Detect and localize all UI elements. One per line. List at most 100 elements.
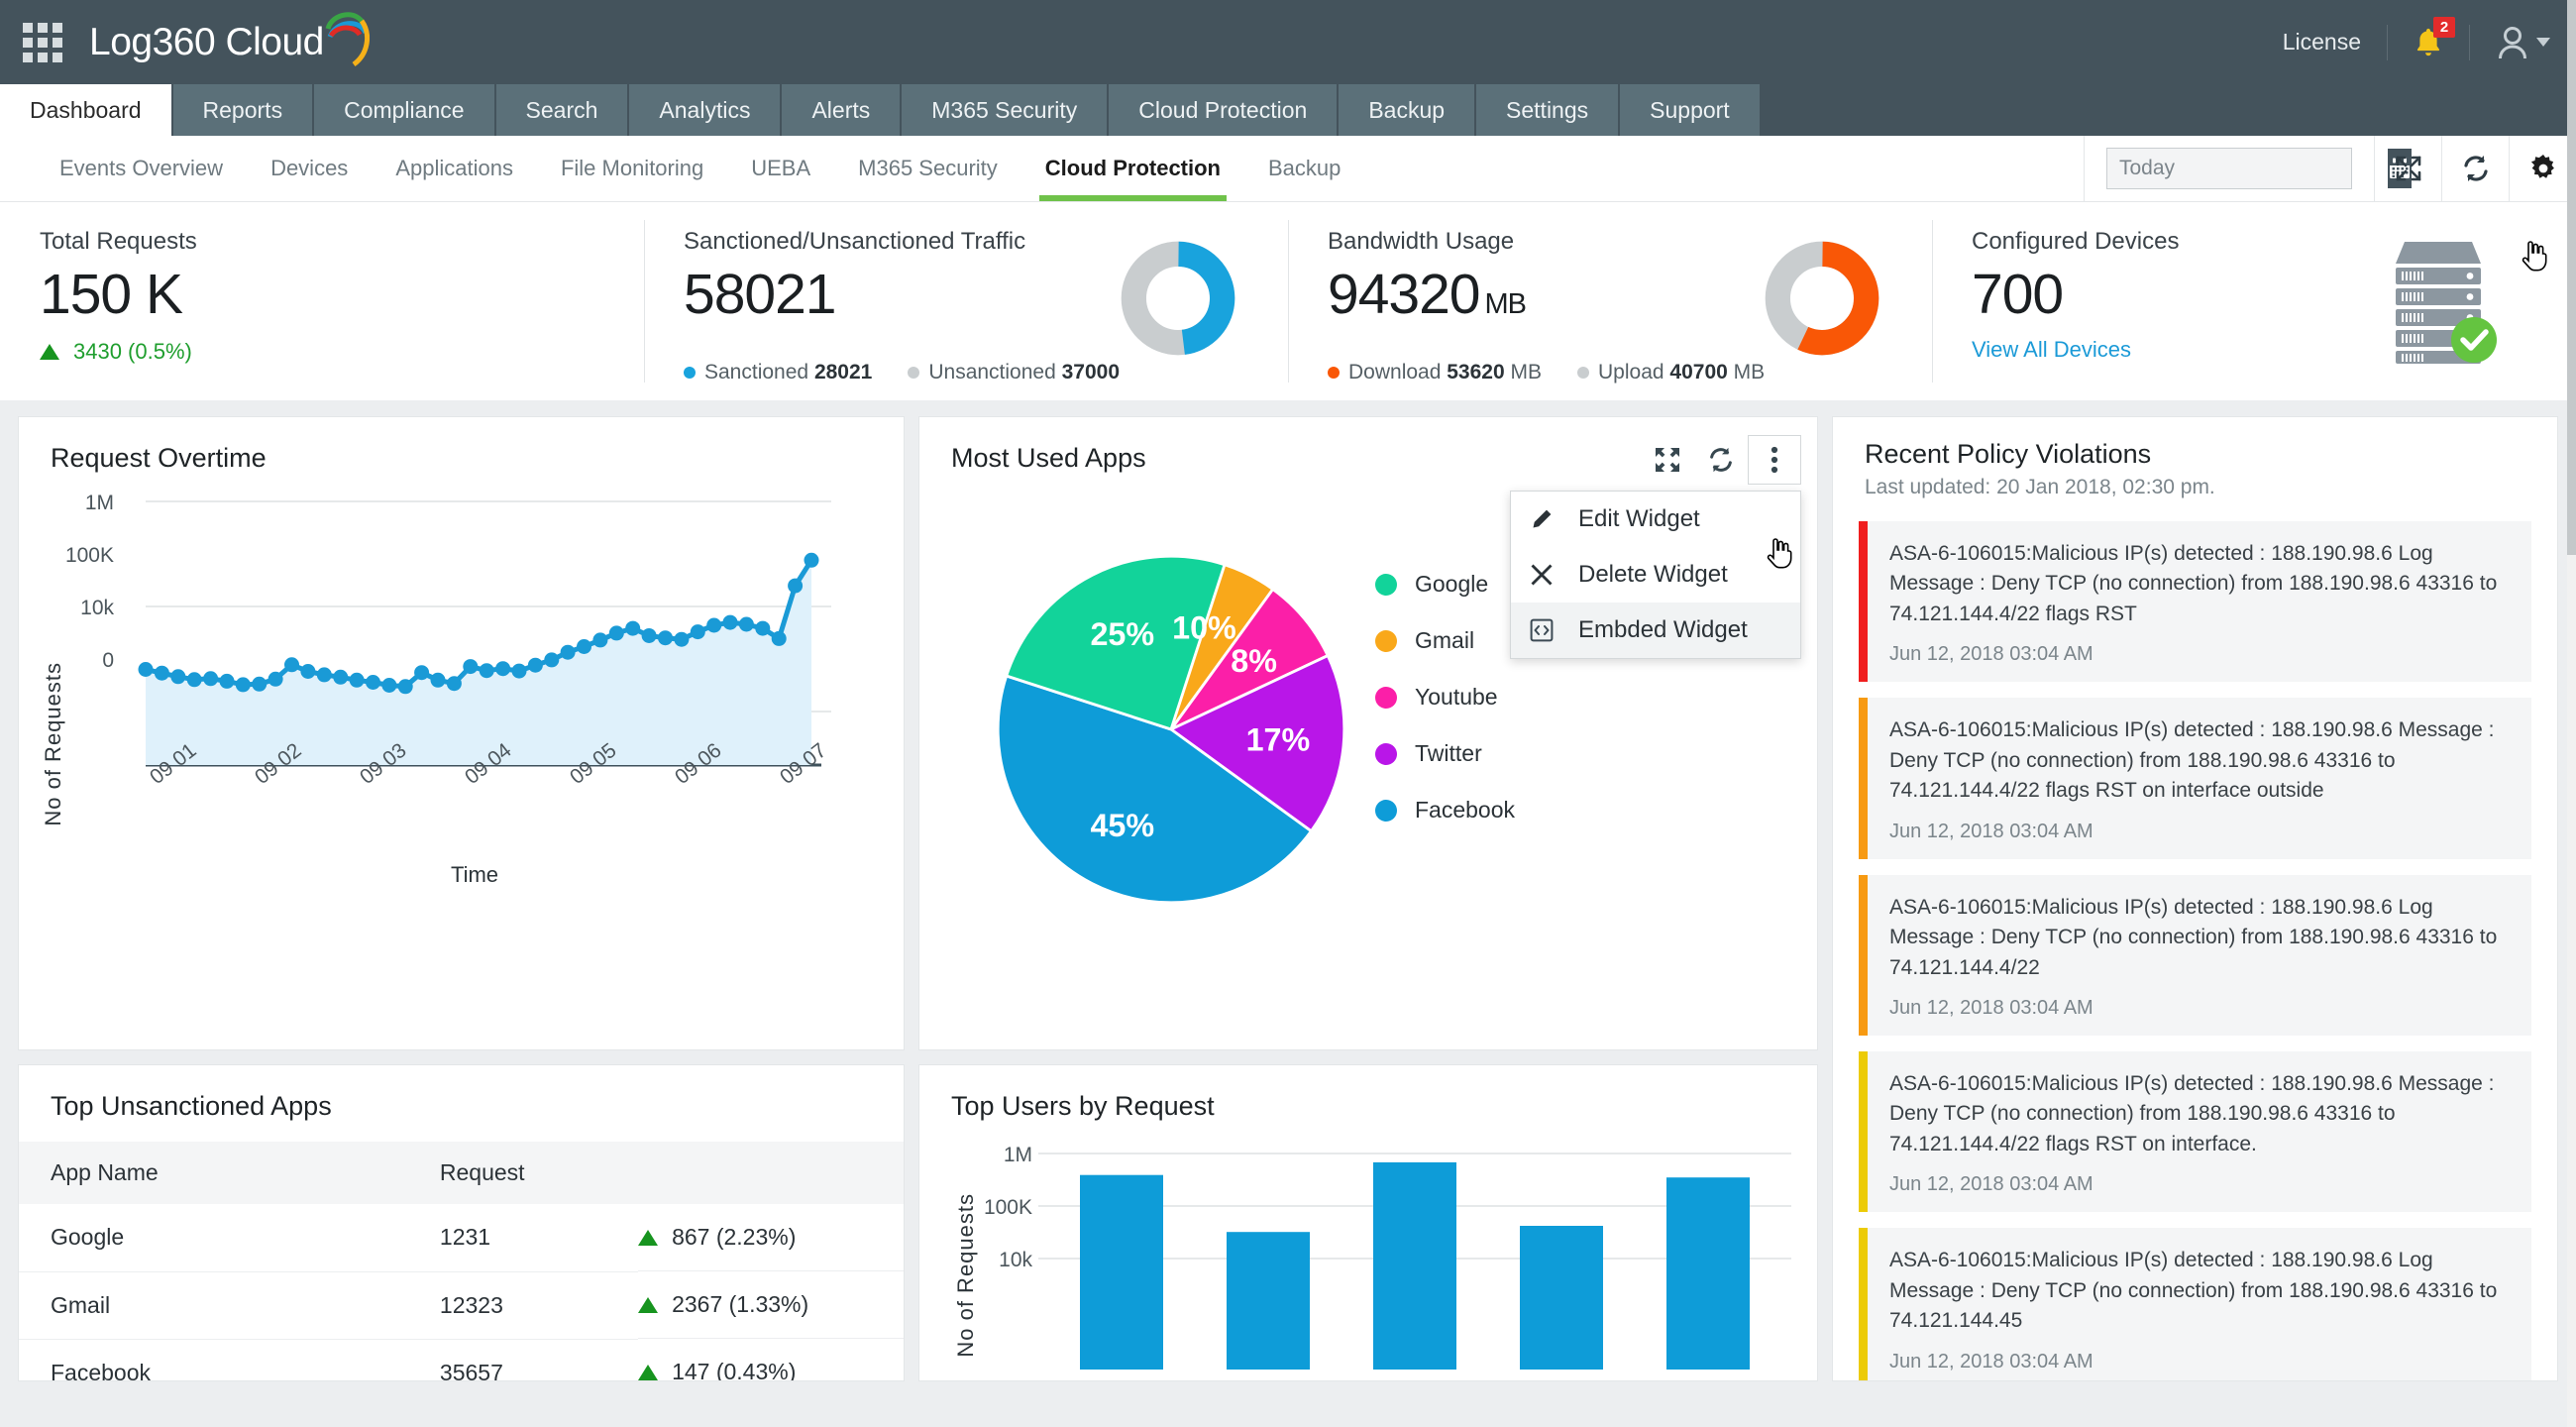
dashboard-column-left: Request Overtime No of Requests 1M 100K … xyxy=(18,416,905,1427)
dashboard-content: Request Overtime No of Requests 1M 100K … xyxy=(0,400,2576,1427)
table-row[interactable]: Google 1231 867 (2.23%) xyxy=(19,1204,904,1271)
widget-title: Top Unsanctioned Apps xyxy=(19,1065,904,1122)
subnav-item-cloud-protection[interactable]: Cloud Protection xyxy=(1021,136,1244,201)
license-link[interactable]: License xyxy=(2257,29,2387,55)
table-row[interactable]: Gmail 12323 2367 (1.33%) xyxy=(19,1271,904,1339)
tab-search[interactable]: Search xyxy=(496,84,628,136)
refresh-button[interactable] xyxy=(2441,136,2509,201)
severity-indicator xyxy=(1859,521,1868,682)
menu-item-embed-widget[interactable]: Embded Widget xyxy=(1511,603,1800,658)
dashboard-column-middle: Most Used Apps xyxy=(918,416,1818,1427)
subnav-item-ueba[interactable]: UEBA xyxy=(727,136,834,201)
request-overtime-plot xyxy=(39,474,851,890)
trend-up-icon xyxy=(40,344,59,360)
cell-request: 12323 xyxy=(408,1271,638,1339)
trend-up-icon xyxy=(638,1365,658,1380)
svg-text:45%: 45% xyxy=(1090,808,1154,843)
violation-message: ASA-6-106015:Malicious IP(s) detected : … xyxy=(1889,893,2514,983)
legend-item-youtube[interactable]: Youtube xyxy=(1375,684,1515,711)
brand-logo[interactable]: Log360 Cloud xyxy=(89,17,370,68)
cell-delta-text: 867 (2.23%) xyxy=(672,1224,796,1251)
kpi-row: Total Requests 150 K 3430 (0.5%) Sanctio… xyxy=(0,202,2576,400)
pencil-icon xyxy=(1527,507,1556,531)
column-header-delta xyxy=(638,1142,904,1204)
tab-support[interactable]: Support xyxy=(1620,84,1760,136)
legend-item-gmail[interactable]: Gmail xyxy=(1375,627,1515,654)
kpi-donut-chart xyxy=(1104,228,1252,400)
menu-item-label: Embded Widget xyxy=(1578,616,1748,644)
brand-name: Log360 Cloud xyxy=(89,21,324,64)
legend-color-swatch xyxy=(1375,687,1397,709)
mouse-cursor-pointer xyxy=(1767,537,1792,571)
svg-text:25%: 25% xyxy=(1090,616,1154,652)
legend-item-twitter[interactable]: Twitter xyxy=(1375,740,1515,767)
legend-label: Sanctioned xyxy=(704,361,808,384)
tab-dashboard[interactable]: Dashboard xyxy=(0,84,171,136)
violation-item[interactable]: ASA-6-106015:Malicious IP(s) detected : … xyxy=(1859,875,2531,1036)
legend-color-swatch xyxy=(1375,743,1397,765)
subnav-item-events-overview[interactable]: Events Overview xyxy=(36,136,247,201)
tab-alerts[interactable]: Alerts xyxy=(782,84,900,136)
tab-reports[interactable]: Reports xyxy=(173,84,313,136)
tab-settings[interactable]: Settings xyxy=(1476,84,1618,136)
subnav-item-applications[interactable]: Applications xyxy=(372,136,537,201)
fullscreen-button[interactable] xyxy=(2374,136,2441,201)
legend-value: 37000 xyxy=(1062,361,1120,384)
dashboard-column-right: Recent Policy Violations Last updated: 2… xyxy=(1832,416,2558,1427)
column-header-app-name[interactable]: App Name xyxy=(19,1142,408,1204)
policy-violations-list: ASA-6-106015:Malicious IP(s) detected : … xyxy=(1833,521,2557,1381)
date-range-input[interactable] xyxy=(2107,149,2388,188)
legend-value: 53620 xyxy=(1447,361,1504,384)
x-axis-label: Time xyxy=(118,862,831,888)
tab-cloud-protection[interactable]: Cloud Protection xyxy=(1109,84,1337,136)
page-scrollbar-thumb[interactable] xyxy=(2567,0,2576,555)
legend-color-swatch xyxy=(1577,367,1589,379)
user-account-menu[interactable] xyxy=(2470,25,2550,60)
top-users-chart: No of Requests 1M 100K 10k xyxy=(919,1122,1817,1379)
cell-delta: 147 (0.43%) xyxy=(638,1339,904,1381)
widget-top-users-by-request: Top Users by Request No of Requests 1M 1… xyxy=(918,1064,1818,1381)
svg-text:10%: 10% xyxy=(1172,609,1236,645)
date-range-box[interactable] xyxy=(2106,148,2352,189)
subnav-item-backup[interactable]: Backup xyxy=(1244,136,1364,201)
kpi-total-requests: Total Requests 150 K 3430 (0.5%) xyxy=(0,202,644,400)
settings-gear-button[interactable] xyxy=(2509,136,2576,201)
menu-item-delete-widget[interactable]: Delete Widget xyxy=(1511,547,1800,603)
subnav-item-file-monitoring[interactable]: File Monitoring xyxy=(537,136,727,201)
kpi-delta: 3430 (0.5%) xyxy=(40,339,608,365)
widget-title: Top Users by Request xyxy=(919,1065,1817,1122)
widget-title: Recent Policy Violations xyxy=(1833,417,2557,470)
page-scrollbar-track[interactable] xyxy=(2567,0,2576,1427)
user-avatar-icon xyxy=(2496,25,2529,60)
subnav-item-m365-security[interactable]: M365 Security xyxy=(834,136,1021,201)
cell-delta: 867 (2.23%) xyxy=(638,1204,904,1271)
main-nav-tabs: Dashboard Reports Compliance Search Anal… xyxy=(0,84,2576,136)
legend-label: Upload xyxy=(1598,361,1664,384)
violation-item[interactable]: ASA-6-106015:Malicious IP(s) detected : … xyxy=(1859,521,2531,682)
tab-m365-security[interactable]: M365 Security xyxy=(902,84,1107,136)
kpi-title: Configured Devices xyxy=(1972,228,2342,256)
kpi-title: Bandwidth Usage xyxy=(1328,228,1748,256)
app-launcher-grid-icon[interactable] xyxy=(22,22,63,63)
violation-item[interactable]: ASA-6-106015:Malicious IP(s) detected : … xyxy=(1859,1228,2531,1381)
subnav-item-devices[interactable]: Devices xyxy=(247,136,372,201)
tab-compliance[interactable]: Compliance xyxy=(314,84,493,136)
top-users-bar-plot xyxy=(1038,1122,1818,1370)
tab-backup[interactable]: Backup xyxy=(1339,84,1474,136)
menu-item-edit-widget[interactable]: Edit Widget xyxy=(1511,492,1800,547)
cell-app-name: Google xyxy=(19,1204,408,1271)
view-all-devices-link[interactable]: View All Devices xyxy=(1972,337,2131,363)
legend-label: Unsanctioned xyxy=(928,361,1055,384)
kpi-legend: Sanctioned 28021 Unsanctioned 37000 xyxy=(684,361,1120,384)
table-row[interactable]: Facebook 35657 147 (0.43%) xyxy=(19,1339,904,1381)
tab-analytics[interactable]: Analytics xyxy=(629,84,780,136)
notifications-button[interactable]: 2 xyxy=(2388,27,2469,58)
column-header-request[interactable]: Request xyxy=(408,1142,638,1204)
legend-item-facebook[interactable]: Facebook xyxy=(1375,797,1515,823)
legend-item-google[interactable]: Google xyxy=(1375,571,1515,598)
legend-sanctioned: Sanctioned 28021 xyxy=(684,361,872,384)
violation-item[interactable]: ASA-6-106015:Malicious IP(s) detected : … xyxy=(1859,698,2531,858)
violation-item[interactable]: ASA-6-106015:Malicious IP(s) detected : … xyxy=(1859,1051,2531,1212)
nav-spacer xyxy=(1762,84,2576,136)
legend-color-swatch xyxy=(1328,367,1340,379)
